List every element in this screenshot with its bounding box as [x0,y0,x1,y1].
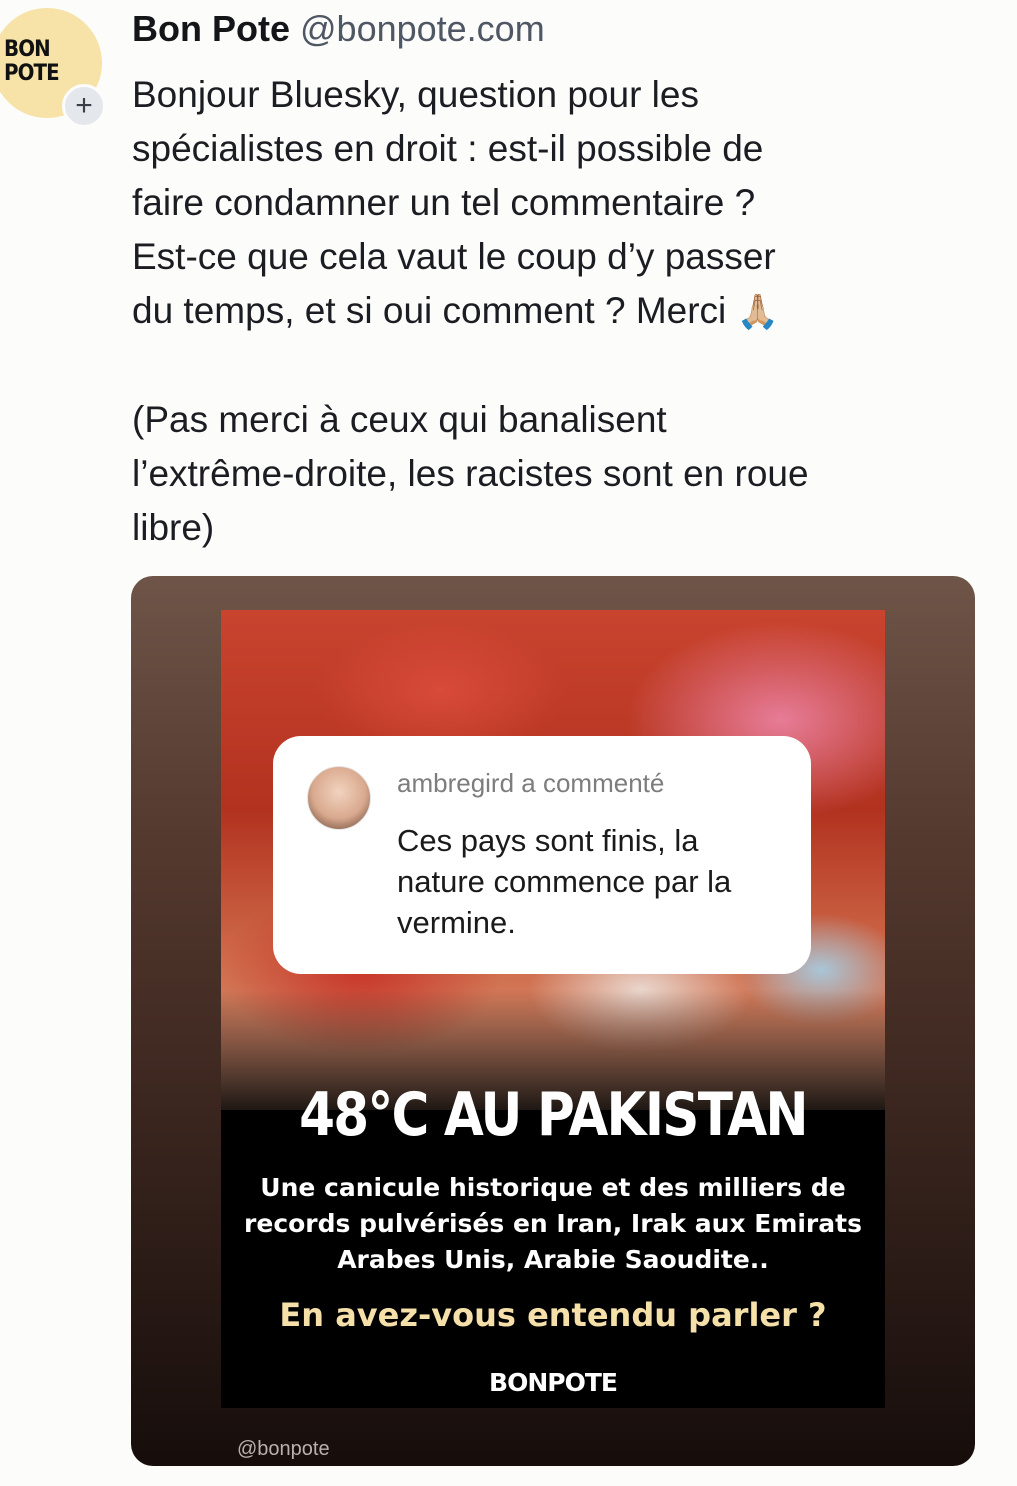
post-header: Bon Pote @bonpote.com [132,8,545,50]
author-avatar[interactable]: BON POTE + [0,8,106,128]
avatar-logo-line2: POTE [4,61,60,86]
author-handle[interactable]: @bonpote.com [300,8,545,49]
post-text-part1: Bonjour Bluesky, question pour les spéci… [132,74,776,331]
graphic-subtext: Une canicule historique et des milliers … [244,1173,862,1274]
commenter-avatar [307,766,371,830]
image-source-handle: @bonpote [237,1438,330,1460]
embedded-graphic: ambregird a commenté Ces pays sont finis… [221,610,885,1408]
avatar-logo-line1: BON [4,37,51,62]
post-text-part2: (Pas merci à ceux qui banalisent l’extrê… [132,399,809,548]
pray-emoji-icon: 🙏🏼 [736,293,779,331]
bonpote-logo: BON POTE [4,38,76,86]
graphic-question: En avez-vous entendu parler ? [279,1296,827,1334]
author-display-name[interactable]: Bon Pote [132,8,290,49]
comment-text: Ces pays sont finis, la nature commence … [397,823,732,940]
bonpote-brand-logo: BONPOTE [489,1368,618,1397]
embedded-image[interactable]: ambregird a commenté Ces pays sont finis… [131,576,975,1466]
comment-username: ambregird a commenté [397,768,665,798]
plus-icon: + [75,89,93,122]
post-text: Bonjour Bluesky, question pour les spéci… [132,68,992,555]
graphic-headline: 48°C AU PAKISTAN [299,1080,809,1150]
quoted-comment-card: ambregird a commenté Ces pays sont finis… [273,736,811,974]
follow-button[interactable]: + [62,84,106,128]
